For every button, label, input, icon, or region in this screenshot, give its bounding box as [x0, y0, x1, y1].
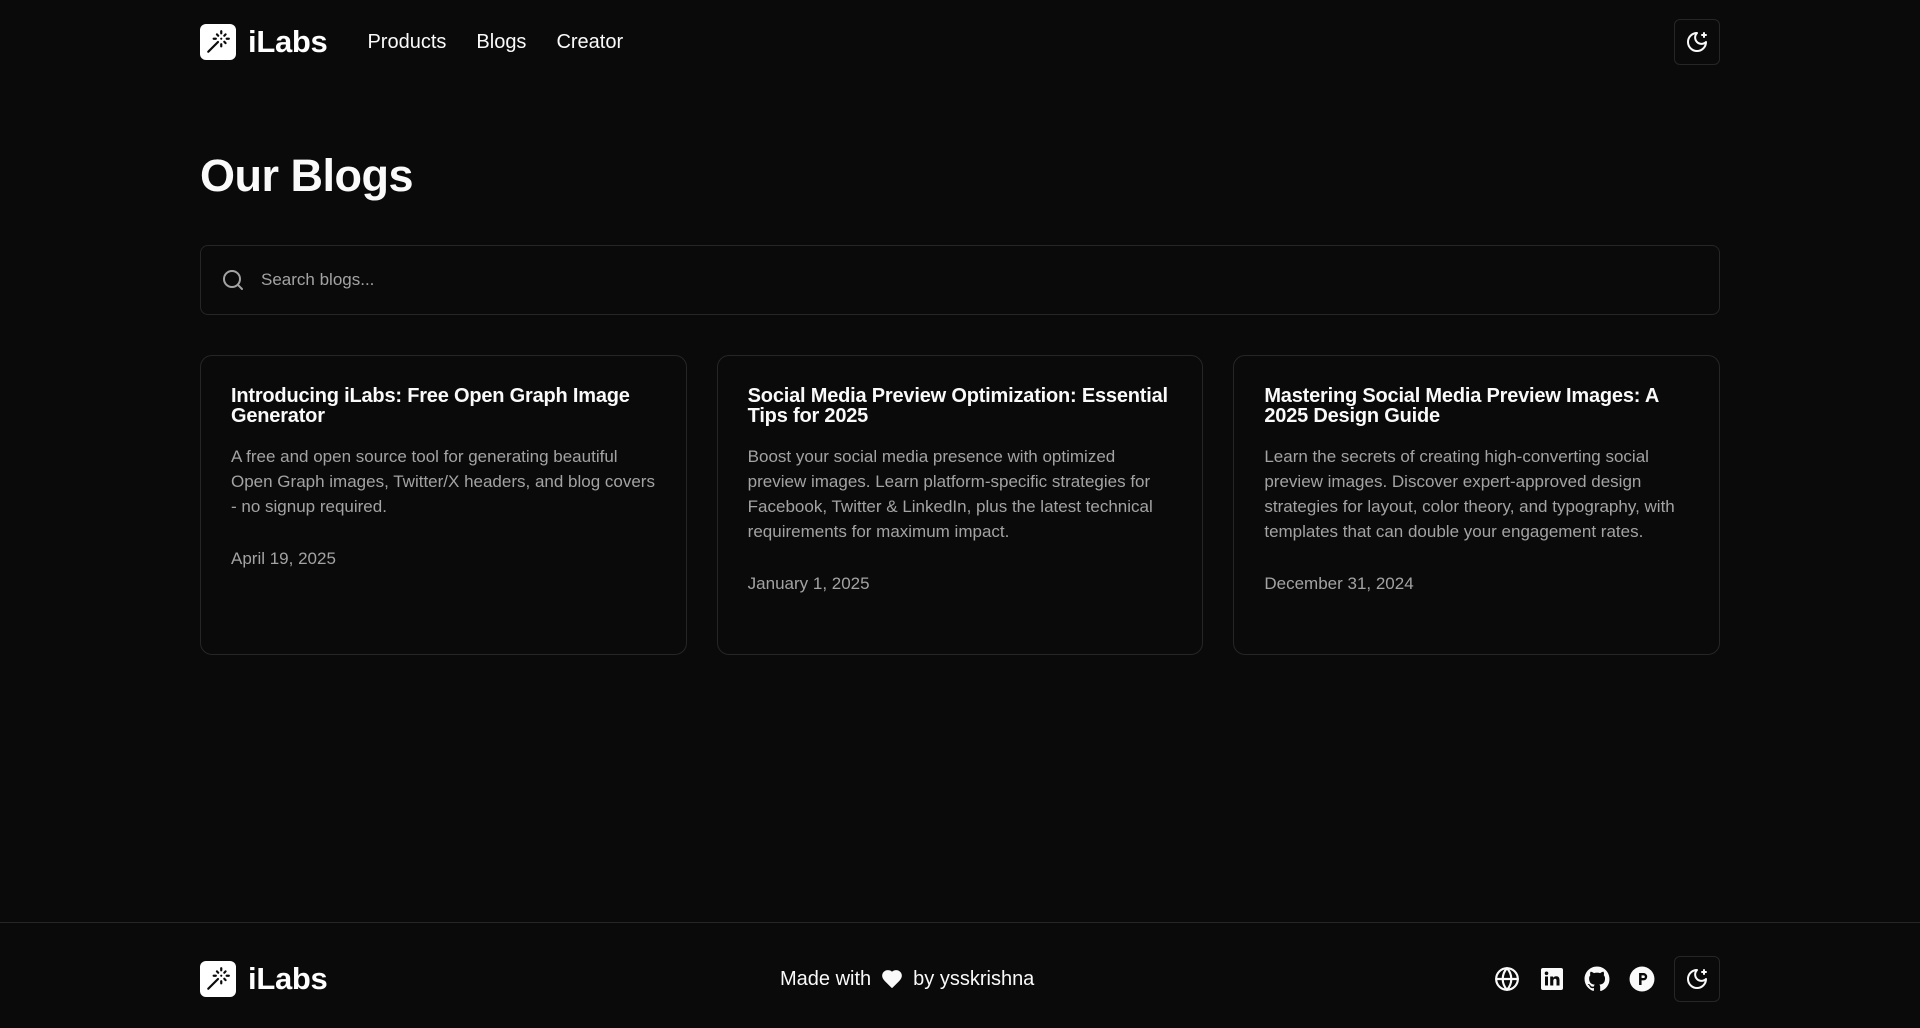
site-header: iLabs Products Blogs Creator — [200, 19, 1720, 65]
blog-card-description: A free and open source tool for generati… — [231, 447, 655, 516]
main-nav: Products Blogs Creator — [367, 31, 623, 54]
social-links — [1494, 956, 1720, 1002]
blog-card-title[interactable]: Social Media Preview Optimization: Essen… — [748, 386, 1173, 426]
heart-icon — [882, 970, 903, 988]
made-with-credit: Made with by ysskrishna — [780, 956, 1034, 1002]
magic-wand-icon — [200, 24, 236, 60]
footer-content: iLabs Made with by ysskrishna — [200, 956, 1720, 1002]
page-title: Our Blogs — [200, 150, 414, 201]
moon-sparkle-icon — [1687, 32, 1707, 52]
moon-sparkle-icon — [1687, 969, 1707, 989]
blog-card-title[interactable]: Mastering Social Media Preview Images: A… — [1264, 386, 1689, 426]
nav-item-creator[interactable]: Creator — [556, 31, 623, 54]
blog-list: Introducing iLabs: Free Open Graph Image… — [200, 355, 1721, 655]
search-icon — [223, 270, 243, 290]
globe-icon[interactable] — [1494, 966, 1520, 992]
nav-item-blogs[interactable]: Blogs — [476, 31, 526, 54]
site-footer: iLabs Made with by ysskrishna — [0, 922, 1920, 1028]
blog-card[interactable]: Social Media Preview Optimization: Essen… — [716, 355, 1204, 655]
blog-card[interactable]: Mastering Social Media Preview Images: A… — [1233, 355, 1721, 655]
magic-wand-icon — [200, 961, 236, 997]
page: iLabs Products Blogs Creator Our Blogs I… — [0, 0, 1920, 1028]
blog-card-description: Learn the secrets of creating high-conve… — [1264, 447, 1675, 541]
blog-card-date: December 31, 2024 — [1264, 574, 1414, 593]
nav-item-products[interactable]: Products — [367, 31, 446, 54]
search-bar[interactable] — [200, 245, 1720, 315]
brand-name: iLabs — [248, 24, 328, 59]
blog-card-title[interactable]: Introducing iLabs: Free Open Graph Image… — [231, 386, 656, 426]
producthunt-icon[interactable] — [1629, 966, 1655, 992]
linkedin-icon[interactable] — [1539, 966, 1565, 992]
made-with-prefix: Made with — [780, 967, 872, 990]
blog-card-description: Boost your social media presence with op… — [747, 447, 1153, 541]
github-icon[interactable] — [1584, 966, 1610, 992]
blog-card-date: April 19, 2025 — [231, 549, 336, 568]
footer-brand-name: iLabs — [248, 961, 328, 996]
brand-logo-link[interactable]: iLabs — [200, 24, 328, 60]
blog-card-date: January 1, 2025 — [747, 574, 870, 593]
author-link[interactable]: by ysskrishna — [913, 968, 1034, 991]
theme-toggle-button[interactable] — [1674, 19, 1720, 65]
search-input[interactable] — [261, 270, 1661, 290]
footer-theme-toggle-button[interactable] — [1674, 956, 1720, 1002]
footer-brand-logo-link[interactable]: iLabs — [200, 961, 328, 997]
blog-card[interactable]: Introducing iLabs: Free Open Graph Image… — [200, 355, 687, 655]
